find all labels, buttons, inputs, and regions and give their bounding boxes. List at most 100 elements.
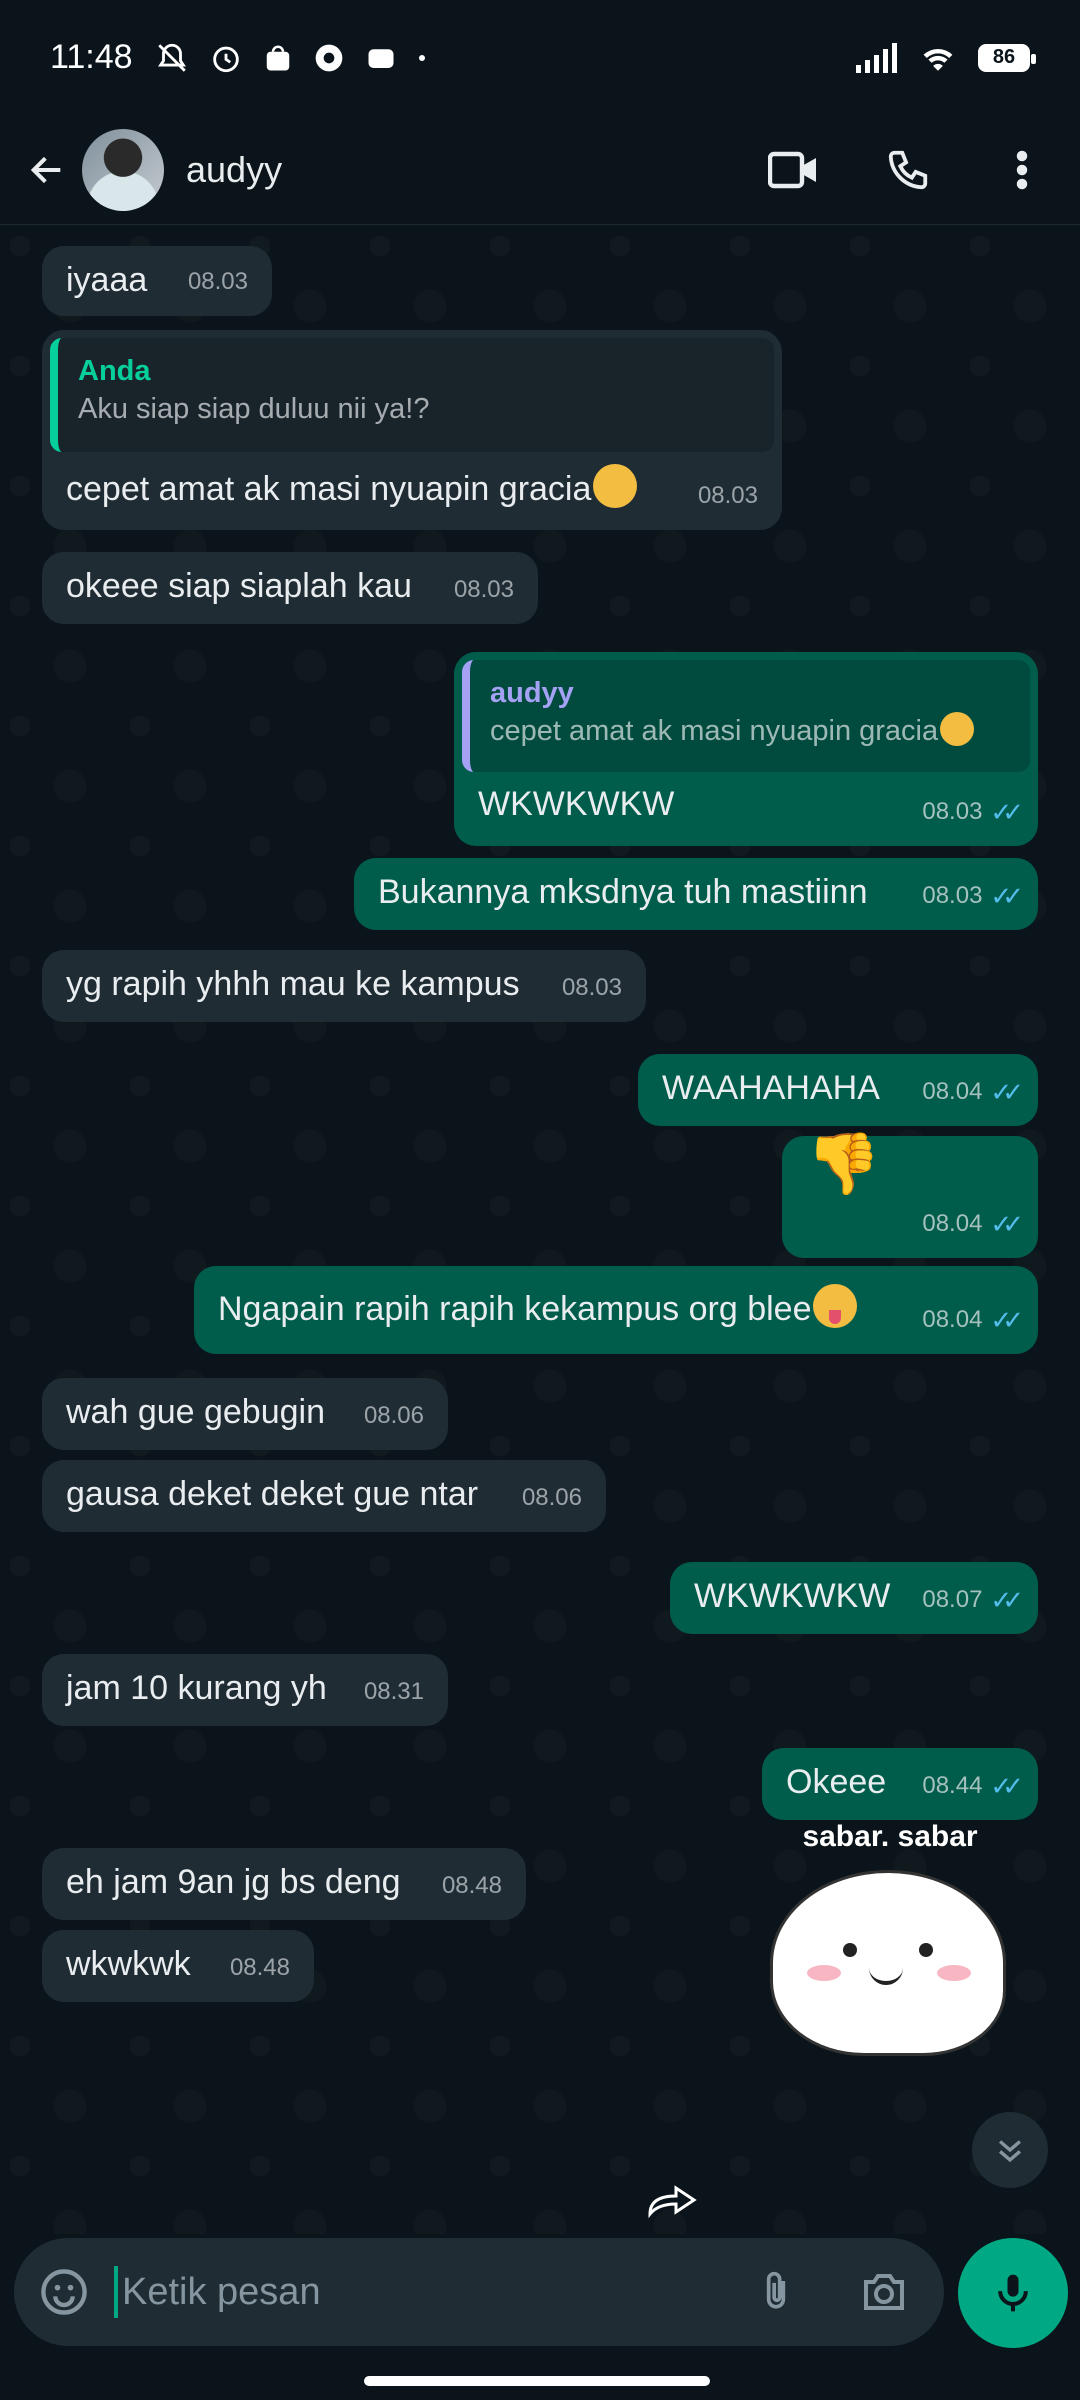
message-text: WAAHAHAHA: [662, 1069, 880, 1107]
more-vert-icon: [1016, 150, 1028, 189]
sticker-message[interactable]: sabar. sabar: [770, 1820, 1006, 2056]
message-time: 08.06: [363, 1402, 424, 1429]
voice-call-button[interactable]: [880, 142, 936, 198]
battery-indicator: 86: [978, 43, 1036, 72]
double-check-icon: ✓✓: [990, 1771, 1023, 1801]
tired-face-emoji: [593, 464, 638, 508]
message-text: Bukannya mksdnya tuh mastiinn: [378, 873, 868, 911]
double-check-icon: ✓✓: [990, 1585, 1023, 1615]
back-button[interactable]: [12, 135, 82, 205]
message-time: 08.03: [561, 974, 622, 1001]
wifi-icon: [923, 48, 953, 71]
message-time: 08.48: [229, 1954, 290, 1981]
message-bubble[interactable]: audyy cepet amat ak masi nyuapin gracia …: [454, 652, 1038, 846]
message-bubble[interactable]: eh jam 9an jg bs deng 08.48: [42, 1848, 526, 1920]
quote-author: audyy: [490, 677, 574, 709]
camera-icon[interactable]: [858, 2268, 910, 2316]
message-bubble[interactable]: yg rapih yhhh mau ke kampus 08.03: [42, 950, 646, 1022]
message-time: 08.03: [922, 882, 983, 909]
signal-icon: [856, 42, 897, 73]
message-time: 08.04: [922, 1078, 983, 1105]
double-check-icon: ✓✓: [990, 881, 1023, 911]
sticker-icon[interactable]: [38, 2266, 90, 2318]
message-text: yg rapih yhhh mau ke kampus: [66, 965, 520, 1003]
double-check-icon: ✓✓: [990, 797, 1023, 827]
header-actions: [766, 142, 1050, 198]
message-meta: 08.04 ✓✓: [922, 1070, 1023, 1114]
message-time: 08.03: [697, 482, 758, 509]
message-meta: 08.03 ✓✓: [922, 874, 1023, 918]
message-time: 08.31: [363, 1678, 424, 1705]
status-right: 86: [856, 42, 1036, 74]
message-text: gausa deket deket gue ntar: [66, 1475, 479, 1513]
message-composer: Ketik pesan: [14, 2238, 944, 2346]
mute-bell-icon: [157, 43, 186, 72]
message-text: jam 10 kurang yh: [66, 1669, 327, 1707]
message-text: wkwkwk: [66, 1945, 191, 1983]
tired-face-emoji: [940, 712, 975, 746]
shop-icon: [266, 45, 289, 70]
forward-icon[interactable]: [646, 2180, 700, 2220]
message-meta: 08.44 ✓✓: [922, 1764, 1023, 1808]
video-call-button[interactable]: [766, 142, 822, 198]
notification-icons: [155, 41, 427, 75]
quote-text: cepet amat ak masi nyuapin gracia: [490, 715, 939, 747]
quote-text: Aku siap siap duluu nii ya!?: [78, 393, 430, 425]
phone-icon: [888, 150, 928, 189]
message-text: eh jam 9an jg bs deng: [66, 1863, 401, 1901]
tongue-face-emoji: [813, 1284, 858, 1328]
message-meta: 08.03 ✓✓: [922, 790, 1023, 834]
message-bubble[interactable]: wah gue gebugin 08.06: [42, 1378, 448, 1450]
message-bubble[interactable]: gausa deket deket gue ntar 08.06: [42, 1460, 606, 1532]
more-options-button[interactable]: [994, 142, 1050, 198]
scroll-to-bottom-button[interactable]: [972, 2112, 1048, 2188]
message-bubble[interactable]: jam 10 kurang yh 08.31: [42, 1654, 448, 1726]
voice-message-button[interactable]: [958, 2238, 1068, 2348]
scroll-down-icon: [998, 2140, 1022, 2163]
message-text: cepet amat ak masi nyuapin gracia: [66, 470, 592, 508]
message-bubble[interactable]: iyaaa 08.03: [42, 246, 272, 316]
message-bubble[interactable]: Anda Aku siap siap duluu nii ya!? cepet …: [42, 330, 782, 530]
message-bubble[interactable]: Bukannya mksdnya tuh mastiinn 08.03 ✓✓: [354, 858, 1038, 930]
message-input[interactable]: Ketik pesan: [122, 2271, 321, 2314]
message-time: 08.07: [922, 1586, 983, 1613]
double-check-icon: ✓✓: [990, 1077, 1023, 1107]
status-time: 11:48: [50, 38, 133, 76]
message-bubble[interactable]: Ngapain rapih rapih kekampus org blee 08…: [194, 1266, 1038, 1354]
dot-icon: [418, 54, 425, 61]
message-time: 08.03: [453, 576, 514, 603]
avatar[interactable]: [82, 128, 164, 211]
double-check-icon: ✓✓: [990, 1305, 1023, 1335]
message-text: wah gue gebugin: [66, 1393, 326, 1431]
message-bubble[interactable]: okeee siap siaplah kau 08.03: [42, 552, 538, 624]
message-text: Okeee: [786, 1763, 887, 1801]
message-bubble[interactable]: 👎 08.04 ✓✓: [782, 1134, 1038, 1258]
message-bubble[interactable]: WKWKWKW 08.07 ✓✓: [670, 1562, 1038, 1634]
message-time: 08.44: [922, 1772, 983, 1799]
message-meta: 08.07 ✓✓: [922, 1578, 1023, 1622]
sticker-caption: sabar. sabar: [802, 1820, 978, 1853]
quoted-message[interactable]: Anda Aku siap siap duluu nii ya!?: [50, 338, 774, 452]
text-caret: [114, 2266, 118, 2318]
video-call-icon: [768, 151, 816, 188]
message-time: 08.06: [521, 1484, 582, 1511]
message-time: 08.48: [441, 1872, 502, 1899]
contact-name[interactable]: audyy: [186, 149, 282, 191]
quoted-message[interactable]: audyy cepet amat ak masi nyuapin gracia: [462, 660, 1030, 772]
attach-icon[interactable]: [754, 2266, 798, 2318]
message-time: 08.04: [922, 1210, 983, 1237]
quote-author: Anda: [78, 355, 151, 387]
mic-icon: [998, 2274, 1028, 2312]
message-bubble[interactable]: Okeee 08.44 ✓✓: [762, 1748, 1038, 1820]
wallet-icon: [368, 48, 394, 68]
back-arrow-icon: [30, 156, 61, 183]
message-bubble[interactable]: WAAHAHAHA 08.04 ✓✓: [638, 1054, 1038, 1126]
status-bar: 11:48 86: [0, 0, 1080, 115]
chat-header: audyy: [0, 115, 1080, 225]
message-bubble[interactable]: wkwkwk 08.48: [42, 1930, 314, 2002]
message-meta: 08.04 ✓✓: [922, 1202, 1023, 1246]
home-indicator[interactable]: [364, 2376, 710, 2386]
message-text: okeee siap siaplah kau: [66, 567, 412, 605]
message-text: WKWKWKW: [478, 785, 675, 823]
message-meta: 08.04 ✓✓: [922, 1298, 1023, 1342]
